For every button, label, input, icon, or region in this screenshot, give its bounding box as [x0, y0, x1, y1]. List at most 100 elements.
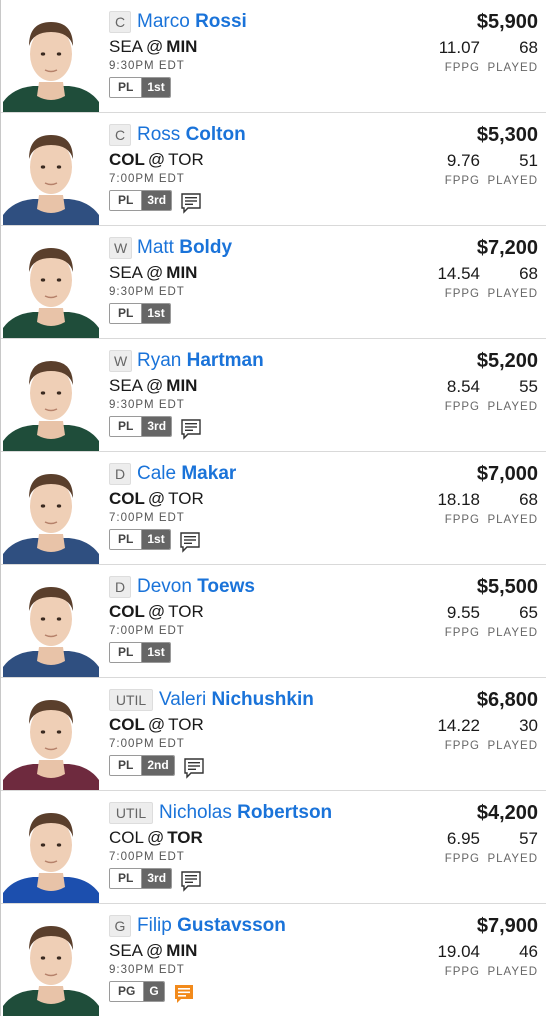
- player-name-link[interactable]: Devon Toews: [137, 575, 255, 599]
- player-avatar: [3, 678, 99, 790]
- player-headshot-icon: [3, 587, 99, 677]
- salary: $5,900: [476, 11, 538, 33]
- line-badge: PL 2nd: [109, 755, 175, 776]
- played-label: PLAYED: [487, 966, 538, 978]
- played-value: 65: [519, 603, 538, 622]
- home-team: MIN: [166, 263, 198, 282]
- slot-label: PL: [110, 191, 143, 210]
- last-name: Boldy: [179, 237, 233, 258]
- last-name: Hartman: [186, 350, 264, 371]
- player-row[interactable]: UTIL Nicholas Robertson COL @ TOR 7:00PM E…: [1, 791, 546, 904]
- home-team: MIN: [166, 376, 198, 395]
- last-name: Robertson: [237, 802, 333, 823]
- away-team: SEA: [109, 941, 144, 960]
- player-avatar: [3, 791, 99, 903]
- first-name: Valeri: [159, 689, 207, 710]
- home-team: TOR: [168, 489, 204, 508]
- player-avatar: [3, 452, 99, 564]
- away-team: COL: [109, 489, 145, 508]
- slot-label: PL: [110, 304, 143, 323]
- last-name: Gustavsson: [177, 915, 286, 936]
- away-team: SEA: [109, 37, 144, 56]
- fppg-value: 9.76: [446, 151, 480, 170]
- home-team: MIN: [166, 941, 198, 960]
- player-news-icon[interactable]: [180, 870, 202, 892]
- at-symbol: @: [146, 37, 164, 56]
- game-matchup: SEA @ MIN: [109, 262, 197, 284]
- away-team: COL: [109, 828, 144, 847]
- player-list: C Marco Rossi SEA @ MIN 9:30PM EDT PL 1st …: [0, 0, 546, 1016]
- player-name-link[interactable]: Matt Boldy: [137, 236, 232, 260]
- player-news-icon[interactable]: [180, 192, 202, 214]
- salary: $5,200: [476, 350, 538, 372]
- played-value: 68: [519, 490, 538, 509]
- player-name-link[interactable]: Cale Makar: [137, 462, 236, 486]
- player-avatar: [3, 565, 99, 677]
- position-badge: D: [109, 576, 131, 598]
- player-name-link[interactable]: Valeri Nichushkin: [159, 688, 314, 712]
- player-news-icon[interactable]: [173, 983, 195, 1005]
- game-time: 9:30PM EDT: [109, 399, 185, 411]
- player-row[interactable]: D Cale Makar COL @ TOR 7:00PM EDT PL 1st $…: [1, 452, 546, 565]
- last-name: Colton: [185, 124, 246, 145]
- fppg-value: 19.04: [437, 942, 480, 961]
- at-symbol: @: [146, 263, 164, 282]
- salary: $5,300: [476, 124, 538, 146]
- game-time: 7:00PM EDT: [109, 851, 185, 863]
- player-name-link[interactable]: Ross Colton: [137, 123, 246, 147]
- player-headshot-icon: [3, 813, 99, 903]
- game-time: 7:00PM EDT: [109, 625, 185, 637]
- last-name: Toews: [197, 576, 255, 597]
- player-row[interactable]: C Ross Colton COL @ TOR 7:00PM EDT PL 3rd …: [1, 113, 546, 226]
- line-badge: PL 3rd: [109, 868, 173, 889]
- played-label: PLAYED: [487, 514, 538, 526]
- player-headshot-icon: [3, 474, 99, 564]
- salary: $7,900: [476, 915, 538, 937]
- player-avatar: [3, 0, 99, 112]
- game-time: 7:00PM EDT: [109, 738, 185, 750]
- player-row[interactable]: C Marco Rossi SEA @ MIN 9:30PM EDT PL 1st …: [1, 0, 546, 113]
- line-label: 3rd: [142, 191, 172, 210]
- player-name-link[interactable]: Marco Rossi: [137, 10, 247, 34]
- game-matchup: SEA @ MIN: [109, 375, 197, 397]
- away-team: COL: [109, 602, 145, 621]
- line-label: 1st: [142, 530, 170, 549]
- player-name-link[interactable]: Filip Gustavsson: [137, 914, 286, 938]
- played-label: PLAYED: [487, 62, 538, 74]
- salary: $7,000: [476, 463, 538, 485]
- player-name-link[interactable]: Nicholas Robertson: [159, 801, 332, 825]
- player-row[interactable]: G Filip Gustavsson SEA @ MIN 9:30PM EDT PG…: [1, 904, 546, 1016]
- player-news-icon[interactable]: [183, 757, 205, 779]
- home-team: MIN: [166, 37, 198, 56]
- player-avatar: [3, 226, 99, 338]
- first-name: Cale: [137, 463, 177, 484]
- game-matchup: SEA @ MIN: [109, 940, 197, 962]
- player-name-link[interactable]: Ryan Hartman: [137, 349, 264, 373]
- player-news-icon[interactable]: [180, 418, 202, 440]
- player-row[interactable]: UTIL Valeri Nichushkin COL @ TOR 7:00PM ED…: [1, 678, 546, 791]
- played-label: PLAYED: [487, 627, 538, 639]
- fppg-value: 9.55: [446, 603, 480, 622]
- fppg-value: 14.54: [437, 264, 480, 283]
- line-label: 3rd: [142, 869, 172, 888]
- player-row[interactable]: D Devon Toews COL @ TOR 7:00PM EDT PL 1st …: [1, 565, 546, 678]
- played-value: 68: [519, 38, 538, 57]
- first-name: Ross: [137, 124, 181, 145]
- home-team: TOR: [167, 828, 203, 847]
- player-row[interactable]: W Ryan Hartman SEA @ MIN 9:30PM EDT PL 3rd…: [1, 339, 546, 452]
- player-row[interactable]: W Matt Boldy SEA @ MIN 9:30PM EDT PL 1st $…: [1, 226, 546, 339]
- fppg-value: 6.95: [446, 829, 480, 848]
- game-matchup: COL @ TOR: [109, 149, 204, 171]
- line-label: 2nd: [142, 756, 174, 775]
- fppg-label: FPPG: [444, 627, 480, 639]
- away-team: SEA: [109, 263, 144, 282]
- player-news-icon[interactable]: [179, 531, 201, 553]
- fppg-label: FPPG: [444, 401, 480, 413]
- line-badge: PL 1st: [109, 303, 171, 324]
- first-name: Ryan: [137, 350, 182, 371]
- position-badge: UTIL: [109, 689, 153, 711]
- game-matchup: COL @ TOR: [109, 827, 203, 849]
- player-headshot-icon: [3, 22, 99, 112]
- game-time: 7:00PM EDT: [109, 512, 185, 524]
- slot-label: PL: [110, 643, 143, 662]
